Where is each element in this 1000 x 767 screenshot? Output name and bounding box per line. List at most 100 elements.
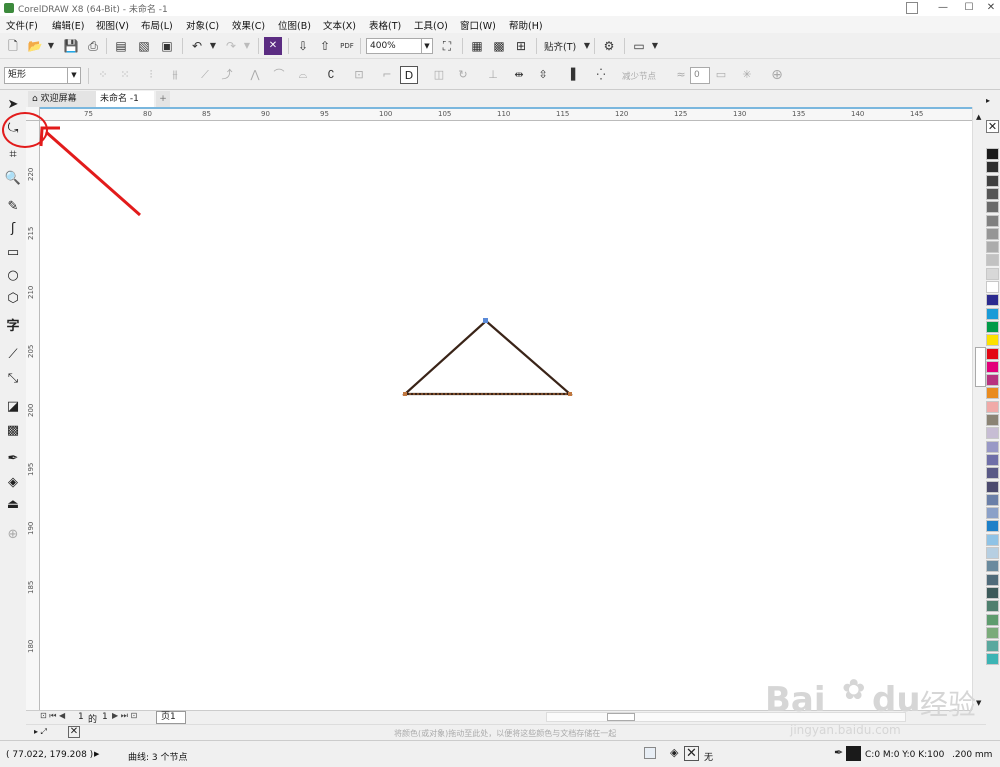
full-screen-icon[interactable]: ⛶ bbox=[438, 37, 456, 55]
parallel-dimension-icon[interactable]: ⟋ bbox=[4, 346, 22, 364]
reverse-direction-icon[interactable]: ∁ bbox=[322, 66, 340, 84]
options-gear-icon[interactable]: ⚙ bbox=[600, 37, 618, 55]
new-document-icon[interactable]: 🗋 bbox=[4, 37, 22, 55]
smooth-node-icon[interactable]: ⌒ bbox=[270, 66, 288, 84]
add-node-icon[interactable]: ⁘ bbox=[94, 66, 112, 84]
curve-smoothness-input[interactable]: 0 bbox=[690, 67, 710, 84]
transparency-icon[interactable]: ▩ bbox=[4, 422, 22, 440]
color-swatch[interactable] bbox=[986, 214, 999, 227]
horizontal-reflect-icon[interactable]: ⇹ bbox=[510, 66, 528, 84]
doc-no-color-icon[interactable]: ✕ bbox=[68, 726, 80, 738]
ellipse-tool-icon[interactable]: ○ bbox=[4, 267, 22, 285]
color-swatch[interactable] bbox=[986, 360, 999, 373]
smoothness-slider-icon[interactable]: ▭ bbox=[712, 66, 730, 84]
select-all-nodes-icon[interactable]: ⁛ bbox=[592, 66, 610, 84]
export-pdf-icon[interactable]: PDF bbox=[338, 37, 356, 55]
extend-curve-icon[interactable]: ⊡ bbox=[350, 66, 368, 84]
color-swatch[interactable] bbox=[986, 440, 999, 453]
boundary-nodes-icon[interactable]: ✳ bbox=[738, 66, 756, 84]
color-swatch[interactable] bbox=[986, 414, 999, 426]
polygon-tool-icon[interactable]: ⬡ bbox=[4, 290, 22, 308]
show-grid-icon[interactable]: ▩ bbox=[490, 37, 508, 55]
color-swatch[interactable] bbox=[986, 613, 999, 626]
color-swatch[interactable] bbox=[986, 400, 999, 413]
interactive-fill-icon[interactable]: ◈ bbox=[4, 474, 22, 492]
fill-none-swatch[interactable]: ✕ bbox=[684, 746, 699, 761]
color-swatch[interactable] bbox=[986, 547, 999, 559]
menu-window[interactable]: 窗口(W) bbox=[460, 18, 496, 32]
scroll-up-icon[interactable]: ▲ bbox=[976, 113, 981, 121]
tab-welcome[interactable]: ⌂ 欢迎屏幕 bbox=[28, 91, 96, 107]
extract-subpath-icon[interactable]: ⌐ bbox=[378, 66, 396, 84]
color-swatch[interactable] bbox=[986, 161, 999, 174]
color-swatch[interactable] bbox=[986, 334, 999, 347]
snap-to-button[interactable]: 贴齐(T) bbox=[544, 39, 576, 53]
color-swatch[interactable] bbox=[986, 560, 999, 573]
node-top[interactable] bbox=[483, 318, 488, 323]
color-swatch[interactable] bbox=[986, 320, 999, 333]
color-swatch[interactable] bbox=[986, 600, 999, 613]
elastic-mode-icon[interactable]: ▐ bbox=[562, 66, 580, 84]
horizontal-ruler[interactable]: 75 80 85 90 95 100 105 110 115 120 125 130 135 140 145 bbox=[40, 107, 988, 121]
color-swatch[interactable] bbox=[986, 254, 999, 267]
export-icon[interactable]: ⇧ bbox=[316, 37, 334, 55]
no-color-swatch[interactable]: ✕ bbox=[986, 120, 999, 133]
page-last-icon[interactable]: ▶ ⏭ ⊡ bbox=[112, 711, 137, 721]
rectangle-tool-icon[interactable]: ▭ bbox=[4, 244, 22, 262]
menu-text[interactable]: 文本(X) bbox=[323, 18, 356, 32]
palette-expand-icon[interactable]: ▸ bbox=[986, 96, 990, 105]
align-nodes-icon[interactable]: ⊥ bbox=[484, 66, 502, 84]
color-swatch[interactable] bbox=[986, 533, 999, 546]
menu-tools[interactable]: 工具(O) bbox=[414, 18, 448, 32]
vertical-scroll-thumb[interactable] bbox=[975, 347, 986, 387]
smart-fill-icon[interactable]: ⏏ bbox=[4, 496, 22, 514]
drawing-canvas[interactable] bbox=[40, 121, 972, 710]
show-guidelines-icon[interactable]: ⊞ bbox=[512, 37, 530, 55]
freehand-tool-icon[interactable]: ✎ bbox=[4, 198, 22, 216]
account-icon[interactable] bbox=[906, 2, 918, 14]
menu-effects[interactable]: 效果(C) bbox=[232, 18, 265, 32]
menu-layout[interactable]: 布局(L) bbox=[141, 18, 173, 32]
color-swatch[interactable] bbox=[986, 493, 999, 506]
fill-bucket-icon[interactable]: ◈ bbox=[670, 746, 678, 759]
palette-tools-icon[interactable]: ▸ ⤢ bbox=[34, 727, 47, 737]
node-left[interactable] bbox=[403, 392, 407, 396]
break-curve-icon[interactable]: ⫵ bbox=[166, 66, 184, 84]
color-proof-icon[interactable] bbox=[644, 747, 656, 759]
zoom-level-input[interactable]: 400% bbox=[366, 38, 422, 54]
crop-tool-icon[interactable]: ⌗ bbox=[4, 146, 22, 164]
menu-object[interactable]: 对象(C) bbox=[186, 18, 219, 32]
color-swatch[interactable] bbox=[986, 640, 999, 653]
paste-icon[interactable]: ▣ bbox=[158, 37, 176, 55]
add-tab-button[interactable]: + bbox=[156, 91, 170, 107]
color-swatch[interactable] bbox=[986, 241, 999, 254]
color-swatch[interactable] bbox=[986, 626, 999, 639]
add-property-icon[interactable]: ⊕ bbox=[768, 66, 786, 84]
zoom-dropdown-icon[interactable]: ▼ bbox=[421, 38, 433, 54]
delete-node-icon[interactable]: ⁙ bbox=[116, 66, 134, 84]
color-swatch[interactable] bbox=[986, 573, 999, 586]
import-icon[interactable]: ⇩ bbox=[294, 37, 312, 55]
status-expand-icon[interactable]: ▶ bbox=[94, 750, 99, 758]
menu-edit[interactable]: 编辑(E) bbox=[52, 18, 84, 32]
color-swatch[interactable] bbox=[986, 174, 999, 187]
cusp-node-icon[interactable]: ⋀ bbox=[246, 66, 264, 84]
triangle-curve[interactable] bbox=[402, 319, 573, 396]
outline-color-swatch[interactable] bbox=[846, 746, 861, 761]
join-nodes-icon[interactable]: ⫶ bbox=[142, 66, 160, 84]
color-swatch[interactable] bbox=[986, 427, 999, 440]
connector-tool-icon[interactable]: ⤡ bbox=[4, 370, 22, 388]
copy-icon[interactable]: ▧ bbox=[135, 37, 153, 55]
add-tool-icon[interactable]: ⊕ bbox=[4, 526, 22, 544]
color-swatch[interactable] bbox=[986, 307, 999, 320]
color-swatch[interactable] bbox=[986, 281, 999, 293]
rotate-nodes-icon[interactable]: ↻ bbox=[454, 66, 472, 84]
menu-bitmaps[interactable]: 位图(B) bbox=[278, 18, 311, 32]
node-right[interactable] bbox=[568, 392, 572, 396]
minimize-button[interactable]: — bbox=[930, 0, 956, 16]
color-swatch[interactable] bbox=[986, 267, 999, 280]
close-button[interactable]: ✕ bbox=[978, 0, 1000, 16]
redo-dropdown-icon[interactable]: ▼ bbox=[238, 37, 256, 55]
page-tab[interactable]: 页1 bbox=[156, 711, 186, 724]
stretch-nodes-icon[interactable]: ◫ bbox=[430, 66, 448, 84]
